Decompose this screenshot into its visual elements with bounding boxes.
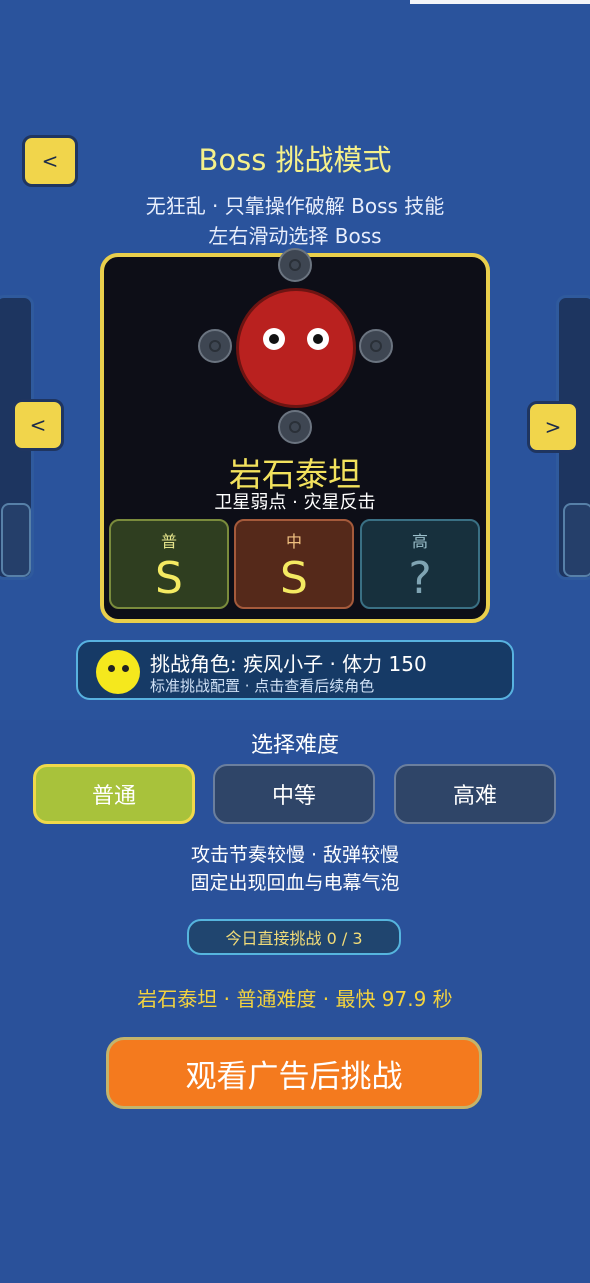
grade-normal-value: S: [155, 553, 183, 604]
mode-description: 无狂乱 · 只靠操作破解 Boss 技能: [145, 194, 445, 218]
character-info: 挑战角色: 疾风小子 · 体力 150: [150, 652, 427, 676]
grade-hard-label: 高: [411, 532, 428, 551]
difficulty-description-2: 固定出现回血与电幕气泡: [190, 872, 400, 894]
grade-hard-value: ?: [408, 553, 432, 604]
grade-normal-label: 普: [160, 532, 177, 551]
character-avatar: [96, 650, 140, 694]
grade-medium: 中 S: [234, 519, 354, 609]
top-edge: [410, 0, 590, 4]
watch-ad-challenge-button[interactable]: 观看广告后挑战: [106, 1037, 482, 1109]
daily-challenge-counter: 今日直接挑战 0 / 3: [187, 919, 401, 955]
grade-medium-value: S: [280, 553, 308, 604]
difficulty-description-1: 攻击节奏较慢 · 敌弹较慢: [190, 844, 400, 866]
satellite-left-icon: [198, 329, 232, 363]
grade-normal: 普 S: [109, 519, 229, 609]
boss-eye-left: [263, 328, 285, 350]
character-hint: 标准挑战配置 · 点击查看后续角色: [150, 677, 375, 695]
prev-boss-button[interactable]: <: [12, 399, 64, 451]
next-boss-card-inner: [563, 503, 590, 577]
prev-boss-card-inner: [1, 503, 31, 577]
satellite-right-icon: [359, 329, 393, 363]
grade-hard: 高 ?: [360, 519, 480, 609]
difficulty-medium-button[interactable]: 中等: [213, 764, 375, 824]
grade-medium-label: 中: [285, 532, 302, 551]
next-boss-button[interactable]: >: [527, 401, 579, 453]
boss-eye-right: [307, 328, 329, 350]
satellite-bottom-icon: [278, 410, 312, 444]
difficulty-hard-button[interactable]: 高难: [394, 764, 556, 824]
swipe-hint: 左右滑动选择 Boss: [208, 224, 382, 248]
boss-avatar: [236, 288, 356, 408]
page-title: Boss 挑战模式: [198, 143, 392, 177]
difficulty-title: 选择难度: [250, 733, 339, 758]
boss-traits: 卫星弱点 · 灾星反击: [214, 492, 376, 513]
satellite-top-icon: [278, 248, 312, 282]
difficulty-normal-button[interactable]: 普通: [33, 764, 195, 824]
best-record: 岩石泰坦 · 普通难度 · 最快 97.9 秒: [137, 987, 453, 1011]
